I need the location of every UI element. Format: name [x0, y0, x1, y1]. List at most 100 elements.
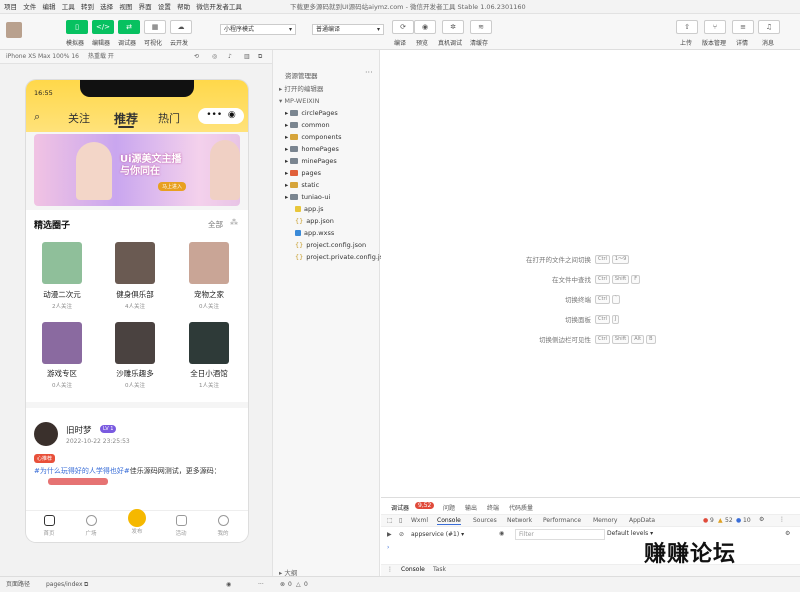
context-select[interactable]: appservice (#1) ▾ [411, 530, 495, 540]
circle-image[interactable] [115, 322, 155, 364]
console-prompt[interactable]: › [387, 544, 389, 551]
version-button[interactable]: ⑂ [704, 20, 726, 34]
file-item[interactable]: app.wxss [273, 228, 381, 239]
inspect-icon[interactable]: ⬚ [387, 517, 393, 524]
folder-item[interactable]: ▸ tuniao-ui [273, 192, 381, 203]
gear-icon[interactable]: ⚙ [759, 516, 764, 523]
eye-icon[interactable]: ◉ [226, 577, 231, 592]
eye-icon[interactable]: ◉ [499, 530, 504, 537]
menu-edit[interactable]: 编辑 [42, 0, 55, 14]
tabbar-square[interactable]: 广场 [76, 515, 106, 537]
more-icon[interactable]: ··· [258, 577, 264, 592]
copy-icon[interactable]: ⧉ [84, 577, 88, 592]
popout-icon[interactable]: ⧉ [258, 50, 262, 64]
menu-goto[interactable]: 转到 [81, 0, 94, 14]
devtools-tab-problems[interactable]: 问题 [443, 503, 455, 512]
split-icon[interactable]: ▥ [244, 50, 250, 64]
banner[interactable]: Ui源美文主播 与你同在 马上进入 [34, 134, 240, 206]
page-path-label[interactable]: 页面路径 [6, 577, 30, 592]
folder-item[interactable]: ▸ circlePages [273, 108, 381, 119]
remote-debug-button[interactable]: ✲ [442, 20, 464, 34]
circle-image[interactable] [189, 322, 229, 364]
tab-follow[interactable]: 关注 [68, 110, 90, 126]
tab-memory[interactable]: Memory [593, 517, 617, 524]
devtools-tab-quality[interactable]: 代码质量 [509, 503, 533, 512]
hot-reload-select[interactable]: 热重载 开 [88, 50, 114, 64]
menu-tools[interactable]: 工具 [62, 0, 75, 14]
tabbar-activity[interactable]: 活动 [166, 515, 196, 537]
warning-icon[interactable]: △ [296, 577, 301, 592]
devtools-tab-output[interactable]: 输出 [465, 503, 477, 512]
tab-network[interactable]: Network [507, 517, 532, 524]
tabbar-publish[interactable]: 发布 [122, 509, 152, 535]
menu-settings[interactable]: 设置 [158, 0, 171, 14]
menu-select[interactable]: 选择 [100, 0, 113, 14]
upload-button[interactable]: ⇧ [676, 20, 698, 34]
gear-icon[interactable]: ⚙ [785, 530, 790, 537]
record-icon[interactable]: ◎ [212, 50, 217, 64]
more-icon[interactable]: ⋮ [779, 516, 785, 523]
grid-icon[interactable]: ⁂ [230, 218, 238, 227]
tab-recommend[interactable]: 推荐 [114, 110, 138, 127]
tabbar-home[interactable]: 首页 [34, 515, 64, 537]
rotate-icon[interactable]: ⟲ [194, 50, 199, 64]
search-icon[interactable]: ⌕ [34, 110, 40, 124]
tab-console[interactable]: Console [437, 517, 461, 525]
menu-interface[interactable]: 界面 [139, 0, 152, 14]
preview-button[interactable]: ◉ [414, 20, 436, 34]
details-button[interactable]: ≡ [732, 20, 754, 34]
mode-select[interactable]: 小程序模式 ▾ [220, 24, 296, 35]
messages-button[interactable]: ♫ [758, 20, 780, 34]
file-item[interactable]: {} app.json [273, 216, 381, 227]
file-item[interactable]: app.js [273, 204, 381, 215]
debugger-toggle[interactable]: ⇄ [118, 20, 140, 34]
devtools-tab-debugger[interactable]: 调试器 [391, 503, 409, 512]
menu-project[interactable]: 项目 [4, 0, 17, 14]
editor-toggle[interactable]: </> [92, 20, 114, 34]
sidebar-toggle-icon[interactable]: ▶ [387, 531, 392, 538]
tab-hot[interactable]: 热门 [158, 110, 180, 126]
circle-image[interactable] [42, 322, 82, 364]
sound-icon[interactable]: ♪ [228, 50, 232, 64]
menu-view[interactable]: 视图 [119, 0, 132, 14]
simulator-toggle[interactable]: ▯ [66, 20, 88, 34]
circle-image[interactable] [189, 242, 229, 284]
opened-editors-section[interactable]: ▸ 打开的编辑器 [273, 84, 381, 95]
device-select[interactable]: iPhone XS Max 100% 16 [6, 50, 79, 64]
post-author[interactable]: 旧时梦 [66, 424, 92, 436]
tab-appdata[interactable]: AppData [629, 517, 655, 524]
drawer-more-icon[interactable]: ⋮ [387, 566, 393, 573]
folder-item[interactable]: ▸ pages [273, 168, 381, 179]
circle-all-link[interactable]: 全部 [208, 219, 223, 230]
avatar[interactable] [6, 22, 22, 38]
project-section[interactable]: ▾ MP-WEIXIN [273, 96, 381, 107]
folder-item[interactable]: ▸ components [273, 132, 381, 143]
console-filter-input[interactable]: Filter [515, 529, 605, 540]
clear-cache-button[interactable]: ≋ [470, 20, 492, 34]
circle-image[interactable] [115, 242, 155, 284]
file-item[interactable]: {} project.private.config.js... [273, 252, 389, 263]
compile-button[interactable]: ⟳ [392, 20, 414, 34]
post-card[interactable]: 旧时梦 LV 1 2022-10-22 23:25:53 心推荐 #为什么玩得好… [26, 408, 248, 516]
folder-item[interactable]: ▸ static [273, 180, 381, 191]
menu-file[interactable]: 文件 [23, 0, 36, 14]
tab-performance[interactable]: Performance [543, 517, 581, 524]
menu-wechat-devtools[interactable]: 微信开发者工具 [196, 0, 242, 14]
post-topic[interactable]: #为什么玩得好的人学得也好# [34, 467, 130, 475]
clear-console-icon[interactable]: ⊘ [399, 531, 404, 538]
tab-sources[interactable]: Sources [473, 517, 497, 524]
menu-help[interactable]: 帮助 [177, 0, 190, 14]
capsule-button[interactable]: ••• ◉ [198, 108, 244, 124]
folder-item[interactable]: ▸ homePages [273, 144, 381, 155]
tabbar-mine[interactable]: 我的 [208, 515, 238, 537]
cloud-toggle[interactable]: ☁ [170, 20, 192, 34]
circle-image[interactable] [42, 242, 82, 284]
author-avatar[interactable] [34, 422, 58, 446]
drawer-tab-console[interactable]: Console [401, 566, 425, 573]
folder-item[interactable]: ▸ minePages [273, 156, 381, 167]
more-icon[interactable]: ··· [365, 68, 373, 77]
folder-item[interactable]: ▸ common [273, 120, 381, 131]
file-item[interactable]: {} project.config.json [273, 240, 381, 251]
compile-select[interactable]: 普通编译 ▾ [312, 24, 384, 35]
devtools-tab-terminal[interactable]: 终端 [487, 503, 499, 512]
